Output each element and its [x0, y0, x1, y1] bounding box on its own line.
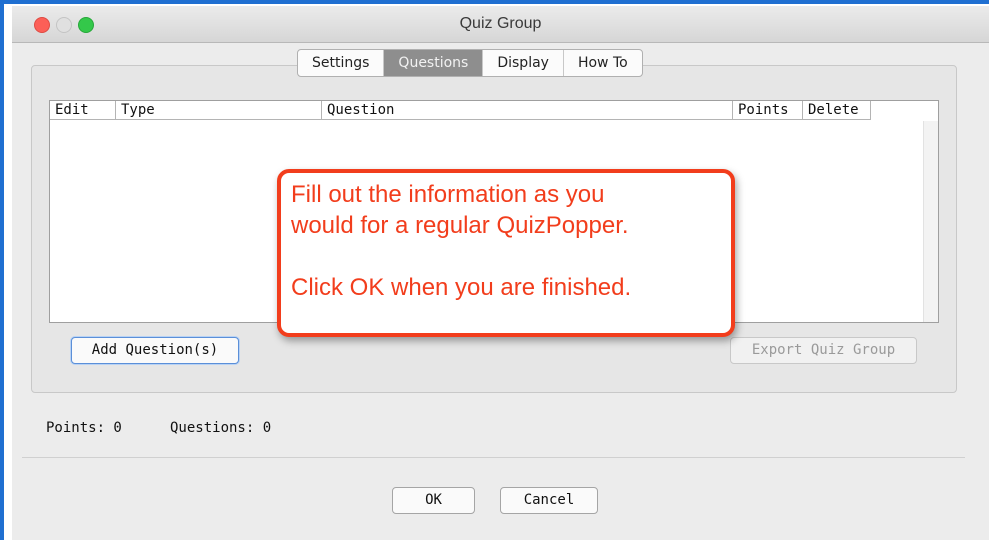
tab-how-to[interactable]: How To — [564, 50, 642, 76]
ok-button[interactable]: OK — [392, 487, 475, 514]
tab-settings[interactable]: Settings — [298, 50, 385, 76]
column-header-question[interactable]: Question — [322, 101, 733, 120]
questions-count: Questions: 0 — [170, 420, 272, 436]
callout-line-2: would for a regular QuizPopper. — [291, 212, 629, 239]
column-header-points[interactable]: Points — [733, 101, 803, 120]
tab-bar: Settings Questions Display How To — [297, 49, 643, 77]
tab-questions[interactable]: Questions — [384, 50, 484, 76]
table-header: Edit Type Question Points Delete — [50, 101, 871, 120]
footer-divider — [22, 457, 965, 458]
table-scrollbar[interactable] — [923, 121, 938, 322]
title-bar[interactable]: Quiz Group — [12, 6, 989, 43]
callout-line-1: Fill out the information as you — [291, 181, 605, 208]
frame-edge-top — [0, 0, 989, 4]
window-title: Quiz Group — [459, 15, 542, 32]
cancel-button[interactable]: Cancel — [500, 487, 598, 514]
add-questions-button[interactable]: Add Question(s) — [71, 337, 239, 364]
column-header-delete[interactable]: Delete — [803, 101, 871, 120]
column-header-edit[interactable]: Edit — [50, 101, 116, 120]
frame-edge-left — [0, 0, 4, 540]
export-quiz-group-button: Export Quiz Group — [730, 337, 917, 364]
callout-line-3: Click OK when you are finished. — [291, 274, 632, 301]
points-count: Points: 0 — [46, 420, 122, 436]
tab-display[interactable]: Display — [483, 50, 564, 76]
instruction-callout: Fill out the information as you would fo… — [277, 169, 735, 337]
column-header-type[interactable]: Type — [116, 101, 322, 120]
